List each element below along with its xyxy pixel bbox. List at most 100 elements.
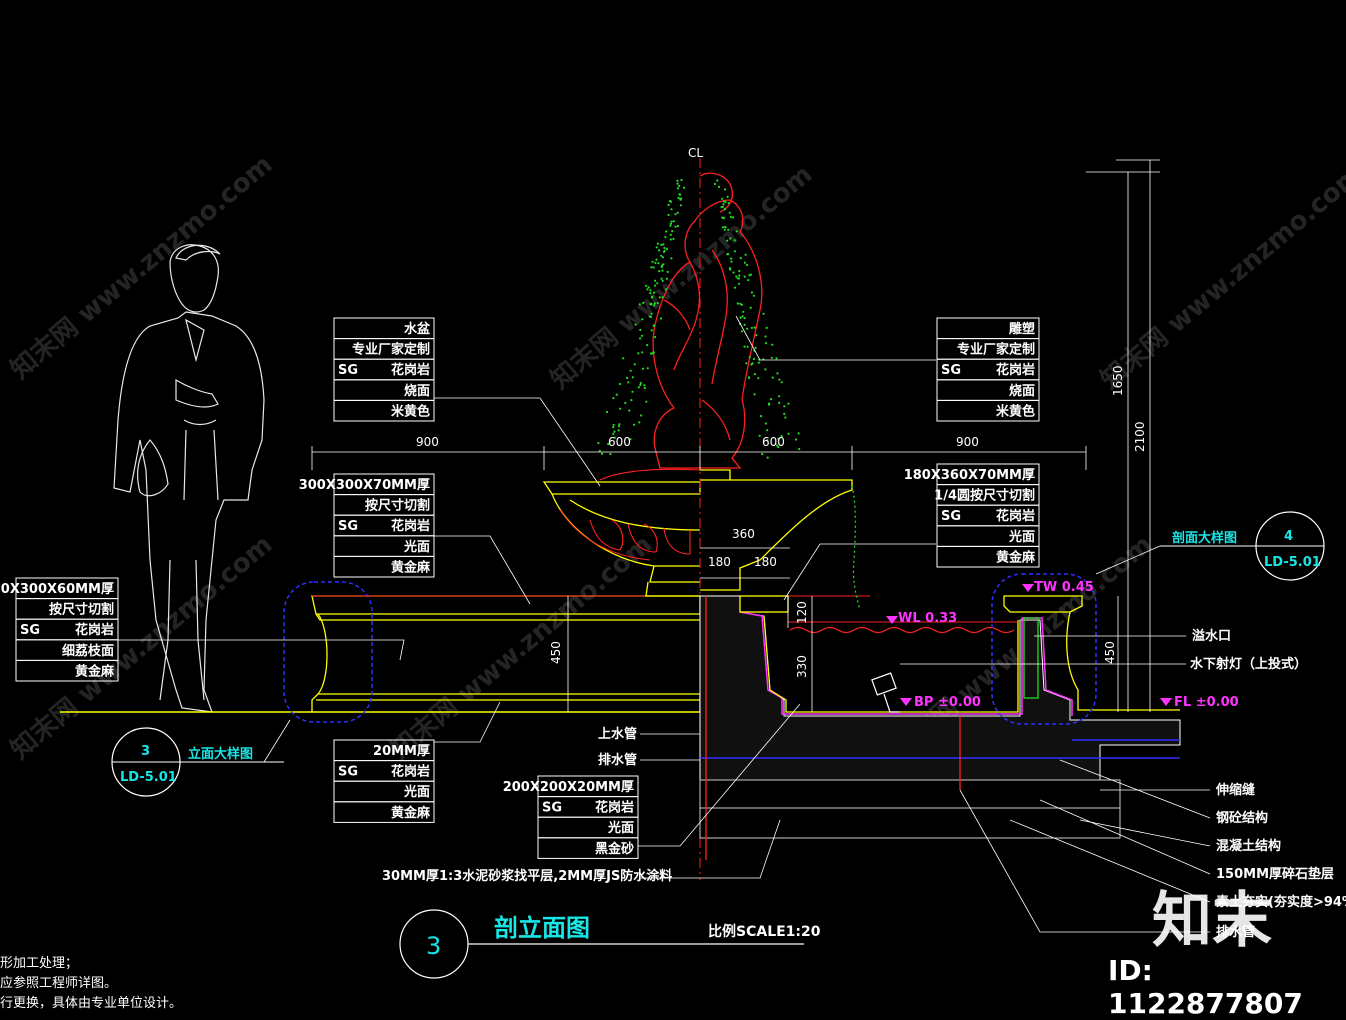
spray-dot xyxy=(639,381,642,385)
spray-dot xyxy=(665,288,668,291)
spray-dot xyxy=(784,416,787,419)
spray-dot xyxy=(633,423,636,426)
spec-table-code: SG xyxy=(338,765,358,780)
spray-dot xyxy=(637,352,640,355)
spray-dot xyxy=(743,275,746,278)
spray-dot xyxy=(748,274,751,277)
spray-dot xyxy=(764,422,768,425)
spray-dot xyxy=(721,226,725,229)
spray-dot xyxy=(747,376,751,379)
label-underwater-light: 水下射灯（上投式） xyxy=(1190,656,1307,672)
spray-dot xyxy=(758,434,761,437)
spray-dot xyxy=(649,303,652,306)
spray-dot xyxy=(665,230,668,233)
spray-dot xyxy=(752,294,756,297)
elevation-detail-callout[interactable]: 3 LD-5.01 立面大样图 xyxy=(111,719,291,797)
spray-dot xyxy=(629,369,632,372)
spec-table-text: 烧面 xyxy=(1009,383,1035,399)
spray-dot xyxy=(676,225,680,228)
spray-dot xyxy=(638,303,641,306)
spray-dot xyxy=(733,239,736,242)
spec-table-text: 花岗岩 xyxy=(391,362,430,378)
dim-330: 330 xyxy=(795,655,809,678)
title-number: 3 xyxy=(426,932,441,960)
spray-dot xyxy=(660,265,663,269)
spec-table-text: 花岗岩 xyxy=(595,800,634,816)
spray-dot xyxy=(651,295,654,298)
spray-dot xyxy=(730,257,733,260)
spray-dot xyxy=(739,302,742,305)
spray-dot xyxy=(723,228,726,231)
spray-dot xyxy=(762,312,765,315)
drawing-title-block: 3 剖立面图 比例SCALE1:20 xyxy=(399,909,821,979)
spec-table-text: 1/4圆按尺寸切割 xyxy=(934,488,1035,504)
spec-table-basin: 水盆专业厂家定制 SG 花岗岩烧面米黄色 xyxy=(333,317,435,422)
spray-dot xyxy=(676,182,679,185)
spray-dot xyxy=(654,279,657,282)
spec-table-text: 按尺寸切割 xyxy=(49,602,114,618)
title-text: 剖立面图 xyxy=(494,914,590,942)
spray-dot xyxy=(640,414,643,417)
spray-dot xyxy=(642,301,645,304)
spray-dot xyxy=(601,452,604,455)
spray-dot xyxy=(665,247,669,251)
spray-dot xyxy=(767,402,771,405)
note-line-1: 形加工处理； xyxy=(0,956,79,971)
spray-dot xyxy=(662,243,665,246)
dim-450-right: 450 xyxy=(1103,641,1117,664)
spray-dot xyxy=(757,377,760,380)
spray-dot xyxy=(659,317,663,320)
spray-dot xyxy=(667,203,670,207)
spray-dot xyxy=(680,178,683,182)
spray-dot xyxy=(783,412,786,415)
spray-dot xyxy=(742,310,745,313)
spec-table-code: SG xyxy=(338,519,358,534)
spray-dot xyxy=(622,357,625,360)
spray-dot xyxy=(778,401,781,404)
spray-dot xyxy=(794,438,798,441)
spray-dot xyxy=(723,188,727,191)
sect-callout-num: 4 xyxy=(1284,529,1293,544)
spray-dot xyxy=(637,386,640,389)
spec-table-text: 花岗岩 xyxy=(75,622,114,638)
spray-dot xyxy=(741,315,744,318)
spray-dot xyxy=(745,362,748,365)
dim-360: 360 xyxy=(732,527,755,541)
dim-900-left: 900 xyxy=(416,435,439,449)
spray-dot xyxy=(753,373,757,376)
spec-table-text: 黄金麻 xyxy=(391,559,431,575)
spray-dot xyxy=(618,423,621,426)
spray-dot xyxy=(726,239,729,242)
spray-dot xyxy=(746,263,749,267)
spray-dot xyxy=(713,182,717,186)
label-mortar: 30MM厚1:3水泥砂浆找平层,2MM厚JS防水涂料 xyxy=(382,868,672,884)
spray-dot xyxy=(721,216,724,219)
spray-dot xyxy=(680,197,683,200)
spray-dot xyxy=(605,410,609,414)
spray-dot xyxy=(654,261,657,264)
watermark-layer: 知末网 www.znzmo.com 知末网 www.znzmo.com 知末网 … xyxy=(5,149,1346,765)
spray-dot xyxy=(729,215,732,218)
spray-dot xyxy=(770,398,773,401)
spray-dot xyxy=(653,302,656,305)
spray-dot xyxy=(770,356,774,359)
spray-dot xyxy=(619,382,622,386)
spray-dot xyxy=(653,284,657,287)
spray-dot xyxy=(643,386,646,390)
level-tw: TW 0.45 xyxy=(1034,580,1094,595)
spray-dot xyxy=(797,432,800,435)
spray-dot xyxy=(735,230,738,233)
spec-table-text: 黑金砂 xyxy=(595,841,634,857)
spray-dot xyxy=(676,187,680,190)
spray-dot xyxy=(667,213,670,217)
spray-dot xyxy=(738,274,741,277)
elev-callout-ref: LD-5.01 xyxy=(120,770,177,785)
spray-dot xyxy=(626,376,629,380)
watermark-1: 知末网 www.znzmo.com xyxy=(5,149,278,385)
spray-dot xyxy=(650,352,653,355)
spray-dot xyxy=(746,327,749,330)
dim-180b: 180 xyxy=(754,555,777,569)
spray-dot xyxy=(724,225,727,229)
spray-dot xyxy=(787,432,790,435)
spray-dot xyxy=(627,381,630,384)
